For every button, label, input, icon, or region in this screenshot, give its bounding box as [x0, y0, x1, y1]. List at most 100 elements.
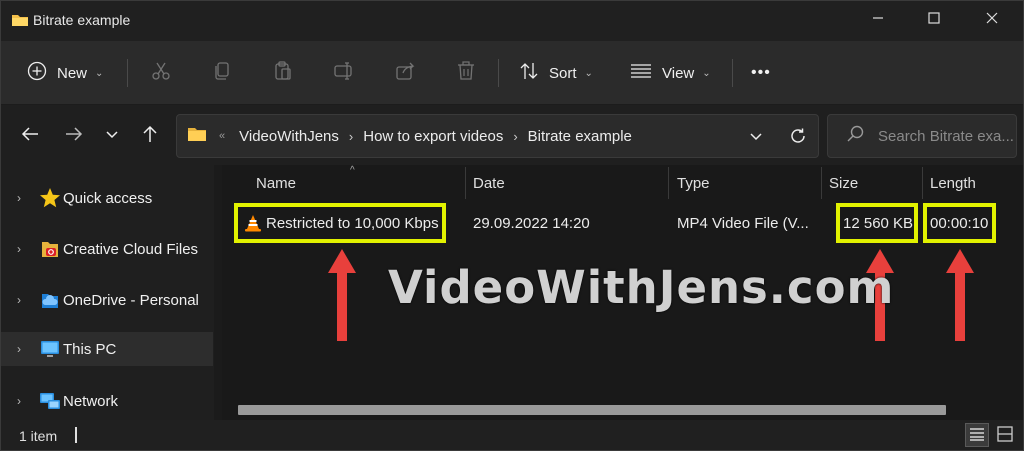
column-header-date[interactable]: Date	[473, 165, 505, 201]
share-icon	[395, 61, 415, 85]
title-bar: Bitrate example	[1, 1, 1023, 41]
view-lines-icon	[630, 62, 652, 84]
search-box[interactable]: Search Bitrate exa...	[827, 114, 1017, 158]
rename-icon	[334, 61, 356, 85]
column-header-length[interactable]: Length	[930, 165, 976, 201]
network-icon	[39, 390, 61, 412]
navigation-pane-scrollbar[interactable]	[214, 165, 222, 420]
breadcrumb-item[interactable]: VideoWithJens	[239, 128, 339, 145]
toolbar-divider	[732, 59, 733, 87]
cut-button[interactable]	[151, 57, 171, 89]
rename-button[interactable]	[334, 57, 356, 89]
sidebar-item-onedrive[interactable]: › OneDrive - Personal	[1, 283, 213, 317]
breadcrumb-separator: ›	[513, 128, 518, 144]
column-header-type[interactable]: Type	[677, 165, 710, 201]
paste-button[interactable]	[273, 57, 293, 89]
tiles-view-icon	[997, 425, 1013, 445]
delete-icon	[456, 61, 476, 85]
new-button[interactable]: New ⌄	[27, 57, 103, 89]
view-button[interactable]: View ⌄	[630, 57, 711, 89]
toolbar-divider	[498, 59, 499, 87]
paste-icon	[273, 61, 293, 85]
up-button[interactable]	[137, 123, 163, 149]
watermark: VideoWithJens.com	[388, 261, 895, 314]
breadcrumb-overflow[interactable]: «	[219, 130, 225, 142]
breadcrumb-item[interactable]: How to export videos	[363, 128, 503, 145]
sort-indicator-icon: ^	[350, 165, 355, 176]
navigation-pane: › Quick access › Creative Cloud Files › …	[1, 165, 214, 420]
sidebar-item-label: This PC	[63, 340, 117, 358]
red-arrow-up-icon	[946, 249, 974, 341]
onedrive-cloud-icon	[39, 289, 61, 311]
search-input[interactable]: Search Bitrate exa...	[878, 128, 1014, 145]
more-options-button[interactable]: •••	[751, 57, 771, 89]
forward-button[interactable]	[61, 123, 87, 149]
column-header-size[interactable]: Size	[829, 165, 858, 201]
sidebar-item-creative-cloud[interactable]: › Creative Cloud Files	[1, 232, 213, 266]
sort-label: Sort	[549, 64, 577, 82]
folder-icon	[187, 126, 207, 146]
delete-button[interactable]	[456, 57, 476, 89]
status-bar: 1 item	[1, 420, 1023, 450]
highlight-box-size	[836, 203, 918, 243]
view-label: View	[662, 64, 695, 82]
chevron-down-icon: ⌄	[95, 67, 104, 79]
sidebar-item-label: Network	[63, 392, 119, 410]
back-button[interactable]	[17, 123, 43, 149]
chevron-down-icon: ⌄	[584, 67, 593, 79]
toolbar-divider	[127, 59, 128, 87]
chevron-right-icon[interactable]: ›	[17, 342, 21, 356]
chevron-right-icon[interactable]: ›	[17, 394, 21, 408]
cut-icon	[151, 61, 171, 85]
arrow-left-icon	[21, 126, 39, 147]
file-date: 29.09.2022 14:20	[473, 214, 590, 232]
highlight-box-name	[234, 203, 446, 243]
new-label: New	[57, 64, 88, 82]
tiles-view-button[interactable]	[993, 423, 1017, 447]
column-divider[interactable]	[922, 167, 923, 199]
recent-locations-button[interactable]	[99, 123, 125, 149]
horizontal-scrollbar-thumb[interactable]	[238, 405, 946, 415]
maximize-icon	[928, 11, 940, 29]
red-arrow-up-icon	[328, 249, 356, 341]
command-bar: New ⌄ Sort ⌄ View ⌄ •••	[1, 41, 1023, 105]
copy-icon	[212, 61, 232, 85]
minimize-icon	[872, 11, 884, 29]
file-type: MP4 Video File (V...	[677, 214, 809, 232]
more-dots-icon: •••	[751, 64, 771, 81]
column-header-name[interactable]: Name	[256, 165, 296, 201]
sidebar-item-quick-access[interactable]: › Quick access	[1, 181, 213, 215]
star-icon	[39, 187, 61, 209]
chevron-right-icon[interactable]: ›	[17, 191, 21, 205]
close-icon	[986, 11, 998, 29]
close-button[interactable]	[969, 1, 1015, 39]
sidebar-item-this-pc[interactable]: › This PC	[1, 332, 213, 366]
minimize-button[interactable]	[855, 1, 901, 39]
chevron-down-icon	[105, 127, 119, 145]
column-divider[interactable]	[668, 167, 669, 199]
refresh-icon[interactable]	[789, 127, 807, 149]
sort-button[interactable]: Sort ⌄	[519, 57, 593, 89]
column-divider[interactable]	[465, 167, 466, 199]
address-row: « VideoWithJens › How to export videos ›…	[1, 105, 1023, 165]
search-icon	[846, 125, 864, 147]
copy-button[interactable]	[212, 57, 232, 89]
column-divider[interactable]	[821, 167, 822, 199]
creative-cloud-folder-icon	[39, 238, 61, 260]
chevron-right-icon[interactable]: ›	[17, 242, 21, 256]
horizontal-scrollbar[interactable]	[238, 405, 1008, 415]
chevron-right-icon[interactable]: ›	[17, 293, 21, 307]
breadcrumb-item[interactable]: Bitrate example	[528, 128, 632, 145]
address-bar[interactable]: « VideoWithJens › How to export videos ›…	[176, 114, 819, 158]
address-dropdown-icon[interactable]	[749, 129, 763, 146]
sidebar-item-network[interactable]: › Network	[1, 384, 213, 418]
sidebar-item-label: Quick access	[63, 189, 153, 207]
details-view-icon	[969, 427, 985, 444]
highlight-box-length	[923, 203, 996, 243]
share-button[interactable]	[395, 57, 415, 89]
status-divider	[75, 427, 77, 443]
maximize-button[interactable]	[911, 1, 957, 39]
details-view-button[interactable]	[965, 423, 989, 447]
chevron-down-icon: ⌄	[702, 67, 711, 79]
breadcrumb-separator: ›	[348, 128, 354, 144]
